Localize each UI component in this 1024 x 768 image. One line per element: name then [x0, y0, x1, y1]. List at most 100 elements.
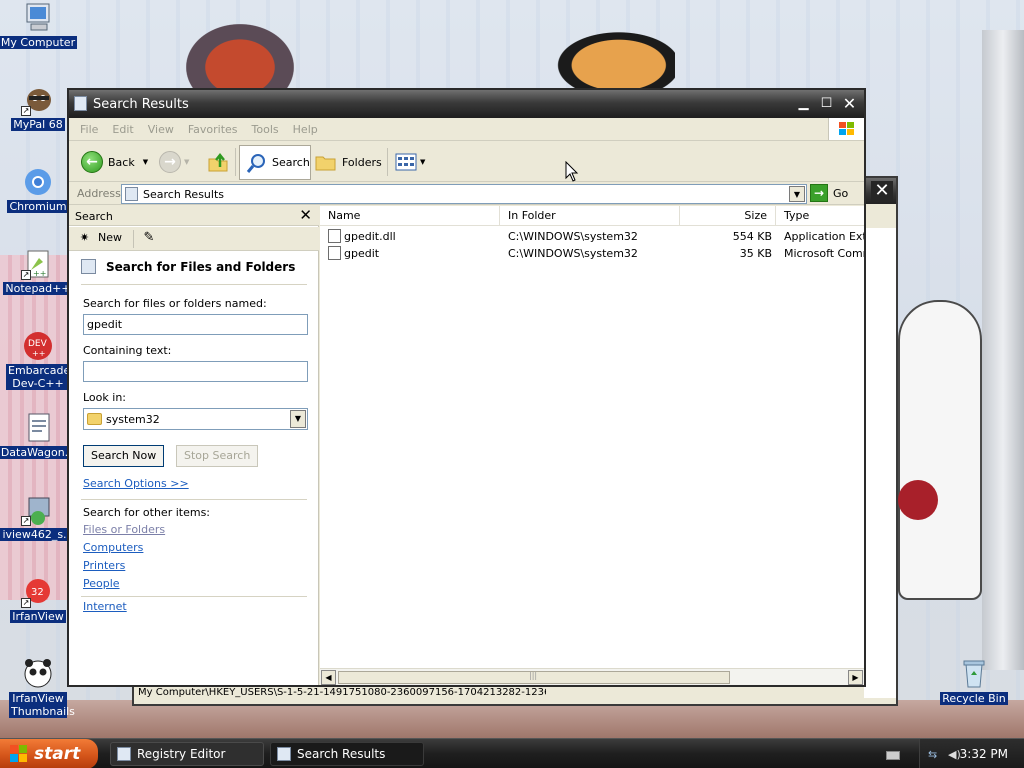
file-type: Application Exter: [784, 230, 864, 243]
column-header-row: Name In Folder Size Type: [320, 206, 864, 226]
column-header-type[interactable]: Type: [776, 206, 864, 226]
filename-input[interactable]: [83, 314, 308, 335]
notepad-tool-icon[interactable]: ✎: [141, 230, 157, 246]
divider: [81, 499, 307, 500]
column-header-name[interactable]: Name: [320, 206, 500, 226]
file-folder: C:\WINDOWS\system32: [508, 247, 638, 260]
search-now-button[interactable]: Search Now: [83, 445, 165, 467]
address-field[interactable]: Search Results ▼: [121, 184, 807, 204]
search-button[interactable]: Search: [239, 145, 311, 180]
containing-text-input[interactable]: [83, 361, 308, 382]
desktop-icon-my-computer[interactable]: My Computer: [0, 2, 78, 49]
address-bar: Address Search Results ▼ → Go: [69, 183, 864, 205]
table-row[interactable]: gpedit.dll C:\WINDOWS\system32 554 KB Ap…: [320, 228, 864, 245]
file-type: Microsoft Commo: [784, 247, 864, 260]
search-label: Search: [272, 156, 310, 169]
search-pane-header: Search ✕: [69, 206, 319, 226]
forward-button[interactable]: → ▼: [159, 145, 189, 179]
desktop-icon-label: Recycle Bin: [940, 692, 1008, 705]
back-dropdown-icon[interactable]: ▼: [143, 158, 148, 166]
up-folder-icon: [208, 152, 228, 172]
up-folder-button[interactable]: [207, 145, 229, 179]
computers-link[interactable]: Computers: [83, 541, 143, 554]
svg-text:++: ++: [32, 349, 45, 358]
network-icon[interactable]: ⇆: [928, 748, 942, 761]
scroll-left-icon[interactable]: ◀: [321, 670, 336, 685]
divider: [81, 596, 307, 597]
menu-favorites[interactable]: Favorites: [181, 118, 245, 136]
stop-search-button: Stop Search: [176, 445, 259, 467]
clock[interactable]: 3:32 PM: [960, 747, 1008, 761]
table-row[interactable]: gpedit C:\WINDOWS\system32 35 KB Microso…: [320, 245, 864, 262]
chromium-icon: [21, 166, 55, 198]
column-header-size[interactable]: Size: [680, 206, 776, 226]
window-title: Search Results: [93, 97, 189, 112]
menu-edit[interactable]: Edit: [105, 118, 140, 136]
chevron-down-icon[interactable]: ▼: [290, 410, 306, 428]
search-results-icon: [277, 747, 291, 761]
internet-link[interactable]: Internet: [83, 600, 127, 613]
wallpaper-column: [982, 30, 1024, 670]
views-grid-icon: [395, 153, 417, 171]
pane-close-icon[interactable]: ✕: [299, 206, 312, 224]
desktop-icon-recycle-bin[interactable]: Recycle Bin: [934, 658, 1014, 705]
address-dropdown-icon[interactable]: ▼: [789, 186, 805, 202]
horizontal-scrollbar[interactable]: ◀ ▶: [320, 668, 864, 685]
folders-button[interactable]: Folders: [315, 145, 382, 179]
task-registry-editor[interactable]: Registry Editor: [110, 742, 264, 766]
go-label: Go: [833, 186, 849, 200]
svg-text:++: ++: [33, 269, 46, 278]
registry-close-button[interactable]: ✕: [871, 181, 893, 201]
menu-view[interactable]: View: [141, 118, 181, 136]
recycle-bin-icon: [957, 658, 991, 690]
search-heading-text: Search for Files and Folders: [106, 259, 296, 274]
back-button[interactable]: ← Back ▼: [81, 145, 148, 179]
start-button[interactable]: start: [0, 739, 98, 768]
file-name: gpedit: [344, 247, 380, 260]
printers-link[interactable]: Printers: [83, 559, 125, 572]
menu-help[interactable]: Help: [286, 118, 325, 136]
task-search-results[interactable]: Search Results: [270, 742, 424, 766]
search-results-window[interactable]: Search Results ▁ ☐ ✕ File Edit View Favorit…: [67, 88, 866, 687]
window-title-bar[interactable]: Search Results ▁ ☐ ✕: [69, 90, 864, 118]
look-in-select[interactable]: system32 ▼: [83, 408, 308, 430]
notepad-icon: ++ ↗: [21, 248, 55, 280]
task-label: Search Results: [297, 747, 386, 761]
go-button[interactable]: → Go: [810, 184, 848, 202]
toolbar-separator: [235, 148, 236, 176]
standard-toolbar: ← Back ▼ → ▼ Search Folders ▼: [69, 142, 864, 182]
file-name: gpedit.dll: [344, 230, 396, 243]
scroll-right-icon[interactable]: ▶: [848, 670, 863, 685]
close-button[interactable]: ✕: [839, 95, 860, 115]
new-search-label: New: [98, 231, 122, 244]
desktop-icon-label: MyPal 68: [11, 118, 65, 131]
file-folder: C:\WINDOWS\system32: [508, 230, 638, 243]
search-options-link[interactable]: Search Options >>: [83, 477, 189, 490]
keyboard-icon[interactable]: [886, 751, 900, 760]
wallpaper-character: [898, 300, 982, 600]
file-size: 554 KB: [732, 230, 772, 243]
column-header-folder[interactable]: In Folder: [500, 206, 680, 226]
look-in-label: Look in:: [83, 391, 126, 404]
search-window-icon: [74, 96, 87, 111]
forward-dropdown-icon: ▼: [184, 158, 190, 166]
views-dropdown-icon: ▼: [420, 158, 426, 166]
scrollbar-thumb[interactable]: [338, 671, 730, 684]
new-search-button[interactable]: ✷ New: [77, 230, 122, 245]
minimize-button[interactable]: ▁: [793, 95, 814, 115]
go-arrow-icon: →: [810, 184, 828, 202]
files-or-folders-link[interactable]: Files or Folders: [83, 523, 165, 536]
taskbar: start Registry Editor Search Results ⇆ ◀…: [0, 738, 1024, 768]
menu-tools[interactable]: Tools: [245, 118, 286, 136]
desktop-icon-label: IrfanView Thumbnails: [9, 692, 75, 718]
people-link[interactable]: People: [83, 577, 120, 590]
dev-badge-text: DEV: [28, 339, 48, 349]
results-list[interactable]: Name In Folder Size Type gpedit.dll C:\W…: [320, 206, 864, 685]
windows-logo-icon: [828, 118, 864, 140]
registry-value-list[interactable]: [864, 228, 896, 698]
menu-file[interactable]: File: [69, 118, 105, 136]
maximize-button[interactable]: ☐: [816, 95, 837, 115]
views-button[interactable]: ▼: [395, 145, 425, 179]
back-label: Back: [108, 155, 135, 169]
installer-icon: ↗: [21, 494, 55, 526]
